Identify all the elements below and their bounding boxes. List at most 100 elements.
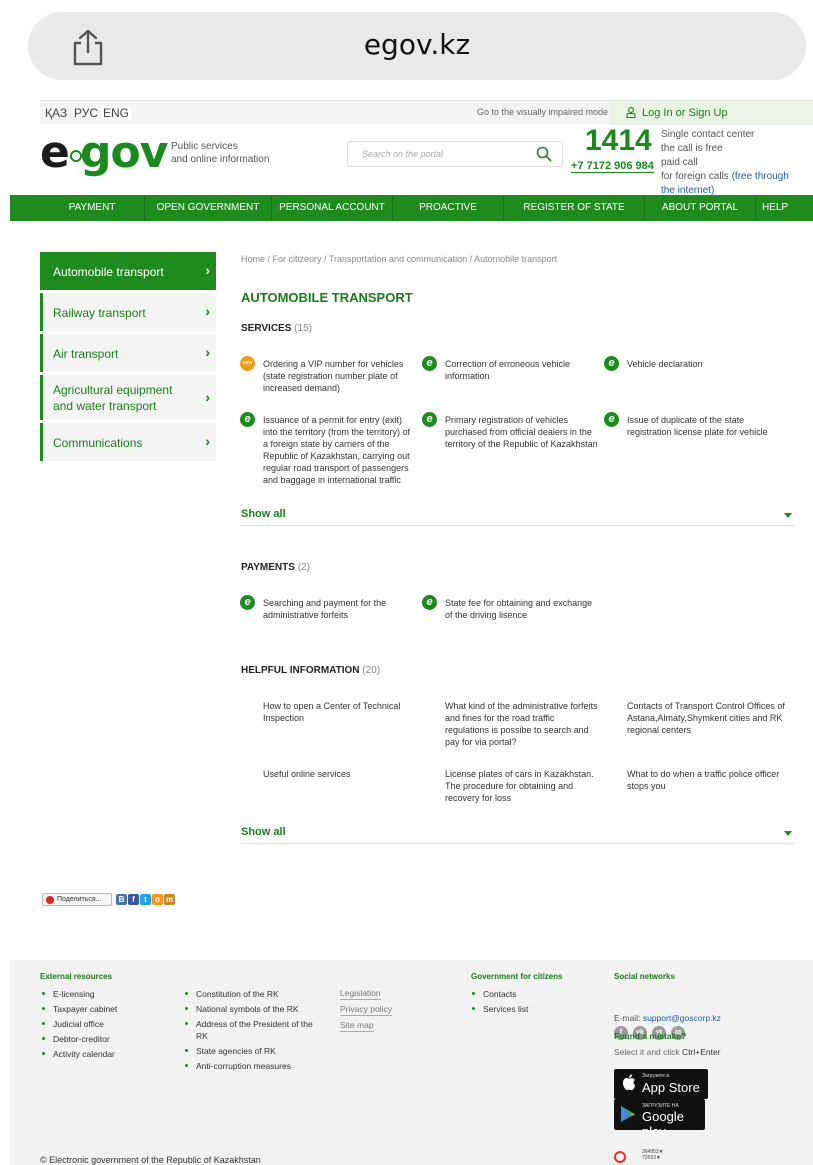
info-item[interactable]: License plates of cars in Kazakhstan. The…	[445, 768, 594, 804]
hotline-number: 1414	[585, 124, 652, 157]
paid-phone-link[interactable]: +7 7172 906 984	[571, 160, 654, 173]
footer-link[interactable]: Constitution of the RK	[185, 988, 279, 1000]
site-map-link[interactable]: Site map	[340, 1020, 374, 1032]
logo-e: e	[40, 127, 70, 178]
user-icon	[626, 107, 636, 119]
show-all-label: Show all	[241, 508, 286, 520]
top-line: ҚАЗ РУС ENG Go to the visually impaired …	[40, 100, 813, 125]
footer-link[interactable]: Taxpayer cabinet	[42, 1003, 117, 1015]
search-icon[interactable]	[536, 146, 552, 162]
twitter-icon[interactable]: t	[140, 894, 151, 905]
breadcrumb[interactable]: Home / For citizenry / Transportation an…	[241, 254, 557, 264]
services-label: SERVICES	[241, 323, 292, 334]
copyright: © Electronic government of the Republic …	[40, 1155, 261, 1165]
chevron-right-icon: ›	[205, 389, 210, 405]
services-heading: SERVICES (15)	[241, 323, 312, 334]
page-title: AUTOMOBILE TRANSPORT	[241, 290, 413, 305]
share-icon[interactable]	[70, 28, 106, 66]
sidebar-label-2: and water transport	[53, 399, 157, 413]
info-item[interactable]: How to open a Center of Technical Inspect…	[263, 700, 400, 724]
info-item[interactable]: What to do when a traffic police officer…	[627, 768, 779, 792]
privacy-policy-link[interactable]: Privacy policy	[340, 1004, 392, 1016]
helpful-show-all[interactable]: Show all	[241, 826, 794, 844]
footer-link[interactable]: Contacts	[472, 988, 517, 1000]
nav-about-portal[interactable]: ABOUT PORTAL	[645, 195, 755, 221]
search-placeholder: Search on the portal	[362, 149, 444, 159]
footer-link[interactable]: Services list	[472, 1003, 528, 1015]
footer-link[interactable]: Address of the President of the	[185, 1018, 313, 1030]
contact-link-1[interactable]: (free through	[732, 171, 789, 182]
sidebar-item-railway[interactable]: Railway transport ›	[40, 293, 216, 331]
info-item[interactable]: Useful online services	[263, 768, 351, 780]
social-networks-heading: Social networks	[614, 972, 675, 981]
contact-line-4: for foreign calls	[661, 171, 729, 182]
google-play-icon	[621, 1106, 635, 1122]
nav-help[interactable]: HELP	[756, 195, 794, 221]
helpful-label: HELPFUL INFORMATION	[241, 665, 360, 676]
lang-eng[interactable]: ENG	[101, 106, 132, 120]
footer-link[interactable]: State agencies of RK	[185, 1045, 276, 1057]
service-item[interactable]: e Issue of duplicate of the state registr…	[604, 412, 768, 438]
email-label: E-mail:	[614, 1013, 641, 1023]
sidebar-item-agricultural[interactable]: Agricultural equipment and water transpo…	[40, 375, 216, 420]
service-item[interactable]: e Correction of erroneous vehicle informa…	[422, 356, 570, 382]
nav-open-government[interactable]: OPEN GOVERNMENT	[145, 195, 271, 221]
service-item[interactable]: e Issuance of a permit for entry (exit) i…	[240, 412, 410, 486]
facebook-icon[interactable]: f	[128, 894, 139, 905]
footer-link-cont[interactable]: RK	[196, 1030, 208, 1042]
chevron-right-icon: ›	[205, 344, 210, 360]
lang-kaz[interactable]: ҚАЗ	[45, 106, 67, 120]
select-hint-text: Select it and click	[614, 1047, 680, 1057]
search-input[interactable]: Search on the portal	[347, 141, 563, 167]
e-service-icon: e	[604, 412, 619, 427]
sidebar-item-air[interactable]: Air transport ›	[40, 334, 216, 372]
egov-logo[interactable]: e gov	[40, 127, 168, 178]
impaired-mode-link[interactable]: Go to the visually impaired mode	[477, 107, 608, 117]
share-label: Поделиться...	[57, 896, 102, 903]
vk-icon[interactable]: В	[116, 894, 127, 905]
browser-url-bar[interactable]: egov.kz	[28, 12, 806, 80]
payments-count: (2)	[297, 562, 310, 573]
service-item[interactable]: e Vehicle declaration	[604, 356, 703, 371]
payment-item[interactable]: e Searching and payment for the administr…	[240, 595, 386, 621]
footer-link[interactable]: Judicial office	[42, 1018, 104, 1030]
footer-link[interactable]: E-licensing	[42, 988, 95, 1000]
sidebar-item-automobile[interactable]: Automobile transport ›	[40, 252, 216, 290]
login-button[interactable]: Log In or Sign Up	[610, 101, 813, 125]
google-play-button[interactable]: ЗАГРУЗИТЕ НА Google play	[614, 1099, 705, 1139]
footer-link[interactable]: Activity calendar	[42, 1048, 115, 1060]
lang-rus[interactable]: РУС	[74, 106, 98, 120]
legislation-link[interactable]: Legislation	[340, 988, 381, 1000]
mailru-icon[interactable]: m	[164, 894, 175, 905]
info-item[interactable]: Contacts of Transport Control Offices of…	[627, 700, 785, 736]
info-item[interactable]: What kind of the administrative forfeits…	[445, 700, 598, 748]
footer-link[interactable]: Anti-corruption measures	[185, 1060, 291, 1072]
nav-payment[interactable]: PAYMENT	[40, 195, 144, 221]
helpful-count: (20)	[362, 665, 381, 676]
sidebar-item-communications[interactable]: Communications ›	[40, 423, 216, 461]
app-store-button[interactable]: Загрузите в App Store	[614, 1069, 708, 1099]
share-button[interactable]: Поделиться...	[42, 893, 112, 906]
e-service-icon: e	[604, 356, 619, 371]
service-item[interactable]: e Primary registration of vehicles purcha…	[422, 412, 598, 450]
nav-proactive-services[interactable]: PROACTIVE SERVICES	[393, 195, 503, 239]
appstore-big-text: App Store	[642, 1080, 700, 1095]
payment-item[interactable]: e State fee for obtaining and exchange of…	[422, 595, 592, 621]
footer-link[interactable]: Debtor-creditor	[42, 1033, 110, 1045]
nav-register-state-services[interactable]: REGISTER OF STATE SERVICES	[504, 195, 644, 239]
chevron-down-icon	[784, 831, 792, 836]
odnoklassniki-icon[interactable]: o	[152, 894, 163, 905]
email-link[interactable]: support@goscorp.kz	[643, 1013, 721, 1023]
services-show-all[interactable]: Show all	[241, 508, 794, 526]
sidebar-label: Communications	[53, 436, 143, 450]
tagline: Public services and online information	[171, 140, 269, 166]
payments-label: PAYMENTS	[241, 562, 295, 573]
mistake-heading: Found a mistake?	[614, 1031, 687, 1041]
contact-line-3: paid call	[661, 157, 698, 168]
sidebar-label: Agricultural equipment	[53, 383, 173, 397]
service-item[interactable]: new Ordering a VIP number for vehicles (s…	[240, 356, 403, 394]
nav-personal-account[interactable]: PERSONAL ACCOUNT	[272, 195, 392, 221]
visit-counter-icon	[614, 1151, 626, 1163]
e-service-icon: e	[422, 412, 437, 427]
footer-link[interactable]: National symbols of the RK	[185, 1003, 299, 1015]
